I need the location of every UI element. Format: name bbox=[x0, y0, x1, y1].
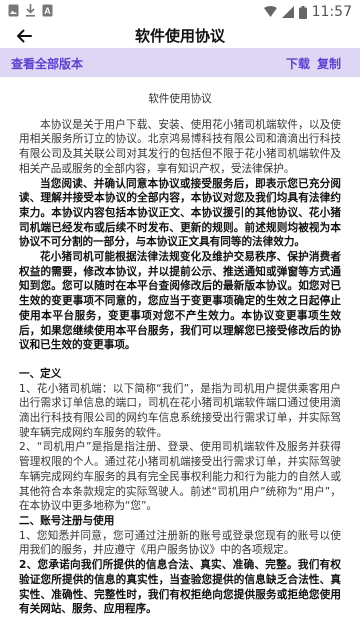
account-item-2: 2、您承诺向我们所提供的信息合法、真实、准确、完整。我们有权验证您所提供的信息的… bbox=[19, 559, 341, 616]
signal-icon bbox=[281, 6, 294, 18]
wifi-icon bbox=[263, 6, 277, 17]
definition-item-1: 1、花小猪司机端：以下简称“我们”，是指为司机用户提供乘客用户出行需求订单信息的… bbox=[19, 382, 341, 439]
status-time: 11:57 bbox=[311, 4, 352, 20]
download-link[interactable]: 下载 bbox=[286, 55, 310, 72]
agreement-document: 软件使用协议 本协议是关于用户下载、安装、使用花小猪司机端软件，以及使用相关服务… bbox=[19, 92, 341, 617]
modification-notice-paragraph: 花小猪司机可能根据法律法规变化及维护交易秩序、保护消费者权益的需要，修改本协议，… bbox=[19, 251, 341, 352]
definition-item-2: 2、“司机用户”是指是指注册、登录、使用司机端软件及服务并获得管理权限的个人。通… bbox=[19, 441, 341, 513]
section-heading-account: 二、账号注册与使用 bbox=[19, 514, 115, 527]
intro-paragraph: 本协议是关于用户下载、安装、使用花小猪司机端软件，以及使用相关服务所订立的协议。… bbox=[19, 118, 341, 175]
download-notification-icon bbox=[26, 4, 35, 17]
consent-notice-paragraph: 当您阅读、并确认同意本协议或接受服务后，即表示您已充分阅读、理解并接受本协议的全… bbox=[19, 177, 341, 249]
notification-icons: A bbox=[8, 4, 53, 17]
copy-link[interactable]: 复制 bbox=[317, 55, 341, 72]
page-title: 软件使用协议 bbox=[134, 27, 225, 45]
battery-icon bbox=[298, 5, 307, 19]
svg-text:A: A bbox=[44, 6, 51, 16]
section-heading-definitions: 一、定义 bbox=[19, 367, 62, 380]
action-bar: 查看全部版本 下载 复制 bbox=[0, 48, 360, 77]
image-notification-icon bbox=[8, 4, 19, 17]
view-all-versions-link[interactable]: 查看全部版本 bbox=[11, 55, 83, 72]
account-item-1: 1、您知悉并同意，您可通过注册新的账号或登录您现有的账号以使用我们的服务，并应遵… bbox=[19, 529, 341, 557]
text-notification-icon: A bbox=[42, 4, 53, 17]
app-bar: 软件使用协议 bbox=[0, 24, 360, 48]
document-title: 软件使用协议 bbox=[148, 93, 212, 105]
status-bar: A 11:57 bbox=[0, 0, 360, 24]
